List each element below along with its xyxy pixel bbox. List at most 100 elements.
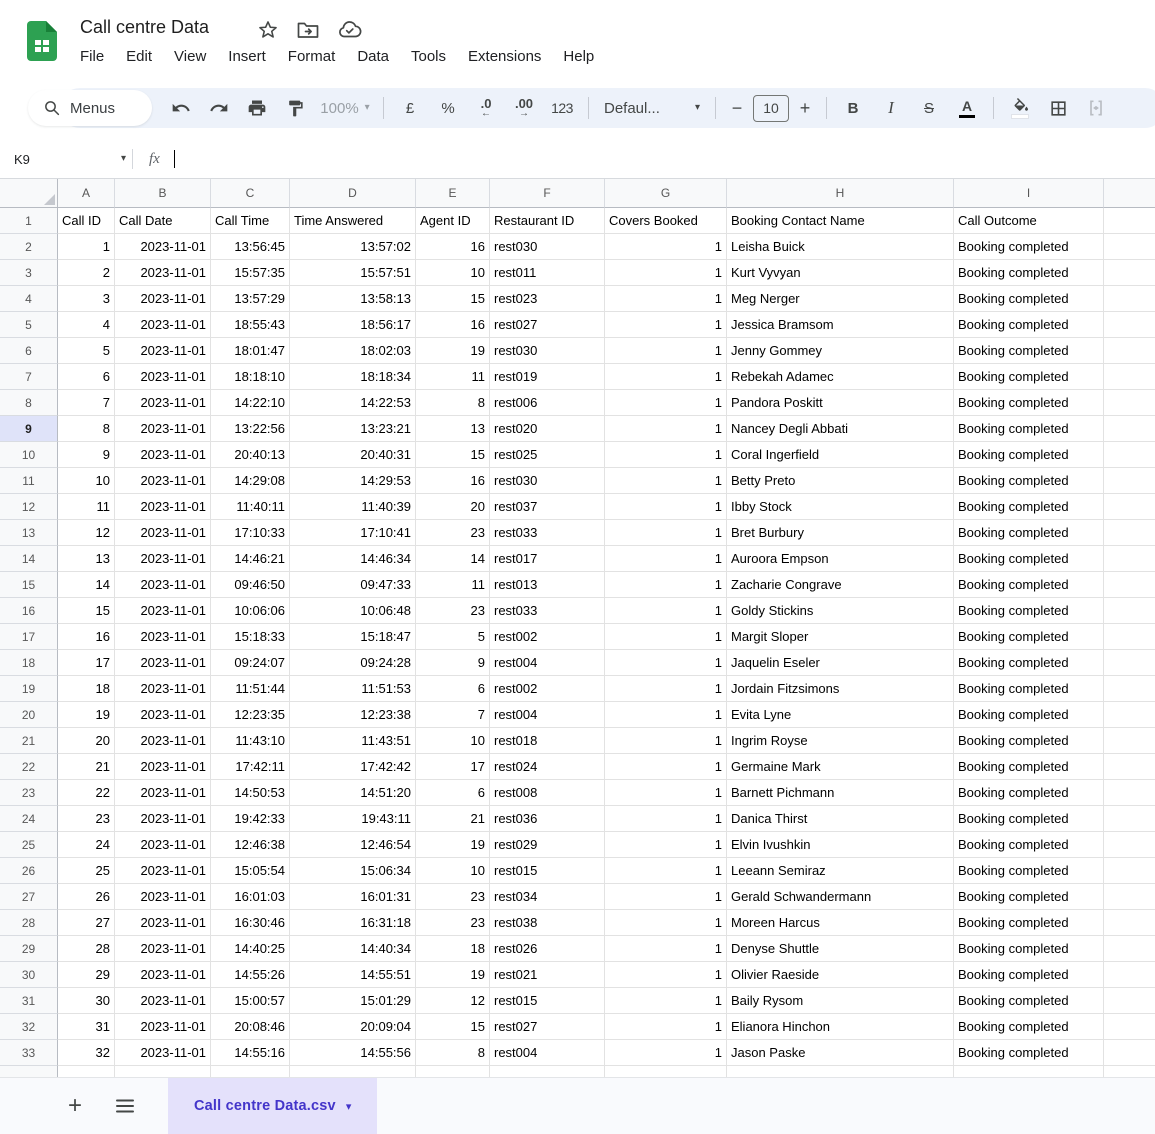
cell-I13[interactable]: Booking completed	[954, 520, 1104, 546]
cell-A33[interactable]: 32	[58, 1040, 115, 1066]
cell-H14[interactable]: Auroora Empson	[727, 546, 954, 572]
number-format-button[interactable]: 123	[543, 88, 581, 128]
cell-B20[interactable]: 2023-11-01	[115, 702, 211, 728]
cell-C30[interactable]: 14:55:26	[211, 962, 290, 988]
cell-E20[interactable]: 7	[416, 702, 490, 728]
cell-J26[interactable]	[1104, 858, 1155, 884]
cell-A30[interactable]: 29	[58, 962, 115, 988]
cell-B8[interactable]: 2023-11-01	[115, 390, 211, 416]
cell-J30[interactable]	[1104, 962, 1155, 988]
cell-J23[interactable]	[1104, 780, 1155, 806]
cell-F29[interactable]: rest026	[490, 936, 605, 962]
cell-H16[interactable]: Goldy Stickins	[727, 598, 954, 624]
cell-J27[interactable]	[1104, 884, 1155, 910]
menu-view[interactable]: View	[163, 45, 217, 68]
cell-C12[interactable]: 11:40:11	[211, 494, 290, 520]
cell-F25[interactable]: rest029	[490, 832, 605, 858]
cell-G19[interactable]: 1	[605, 676, 727, 702]
font-size-input[interactable]: 10	[753, 95, 789, 122]
cell-I15[interactable]: Booking completed	[954, 572, 1104, 598]
cell-F15[interactable]: rest013	[490, 572, 605, 598]
cell-G12[interactable]: 1	[605, 494, 727, 520]
cell-F16[interactable]: rest033	[490, 598, 605, 624]
column-header-H[interactable]: H	[727, 179, 954, 208]
cell-A4[interactable]: 3	[58, 286, 115, 312]
cell-J25[interactable]	[1104, 832, 1155, 858]
cell-E24[interactable]: 21	[416, 806, 490, 832]
cell-C25[interactable]: 12:46:38	[211, 832, 290, 858]
cloud-status-icon[interactable]	[337, 19, 362, 41]
text-color-button[interactable]: A	[948, 88, 986, 128]
cell-I6[interactable]: Booking completed	[954, 338, 1104, 364]
cell-G18[interactable]: 1	[605, 650, 727, 676]
cell-F18[interactable]: rest004	[490, 650, 605, 676]
cell-I10[interactable]: Booking completed	[954, 442, 1104, 468]
cell-F8[interactable]: rest006	[490, 390, 605, 416]
cell-A20[interactable]: 19	[58, 702, 115, 728]
cell-C5[interactable]: 18:55:43	[211, 312, 290, 338]
cell-H19[interactable]: Jordain Fitzsimons	[727, 676, 954, 702]
cell-E31[interactable]: 12	[416, 988, 490, 1014]
row-header-27[interactable]: 27	[0, 884, 58, 910]
cell-B24[interactable]: 2023-11-01	[115, 806, 211, 832]
cell-J13[interactable]	[1104, 520, 1155, 546]
cell-F7[interactable]: rest019	[490, 364, 605, 390]
cell-I17[interactable]: Booking completed	[954, 624, 1104, 650]
cell-D15[interactable]: 09:47:33	[290, 572, 416, 598]
cell-G26[interactable]: 1	[605, 858, 727, 884]
cell-D22[interactable]: 17:42:42	[290, 754, 416, 780]
cell-D14[interactable]: 14:46:34	[290, 546, 416, 572]
menu-file[interactable]: File	[69, 45, 115, 68]
cell-F26[interactable]: rest015	[490, 858, 605, 884]
cell-B28[interactable]: 2023-11-01	[115, 910, 211, 936]
cell-C14[interactable]: 14:46:21	[211, 546, 290, 572]
cell-H20[interactable]: Evita Lyne	[727, 702, 954, 728]
italic-button[interactable]: I	[872, 88, 910, 128]
cell-C22[interactable]: 17:42:11	[211, 754, 290, 780]
cell-D5[interactable]: 18:56:17	[290, 312, 416, 338]
cell-C7[interactable]: 18:18:10	[211, 364, 290, 390]
cell-C24[interactable]: 19:42:33	[211, 806, 290, 832]
cell-E1[interactable]: Agent ID	[416, 208, 490, 234]
cell-J4[interactable]	[1104, 286, 1155, 312]
cell-H33[interactable]: Jason Paske	[727, 1040, 954, 1066]
cell-D26[interactable]: 15:06:34	[290, 858, 416, 884]
column-header-E[interactable]: E	[416, 179, 490, 208]
cell-J2[interactable]	[1104, 234, 1155, 260]
column-header-I[interactable]: I	[954, 179, 1104, 208]
name-box[interactable]: K9 ▾	[0, 152, 126, 167]
cell-B30[interactable]: 2023-11-01	[115, 962, 211, 988]
cell-F1[interactable]: Restaurant ID	[490, 208, 605, 234]
cell-H17[interactable]: Margit Sloper	[727, 624, 954, 650]
cell-C13[interactable]: 17:10:33	[211, 520, 290, 546]
row-header-12[interactable]: 12	[0, 494, 58, 520]
cell-A6[interactable]: 5	[58, 338, 115, 364]
row-header-33[interactable]: 33	[0, 1040, 58, 1066]
cell-F3[interactable]: rest011	[490, 260, 605, 286]
cell-H4[interactable]: Meg Nerger	[727, 286, 954, 312]
cell-B14[interactable]: 2023-11-01	[115, 546, 211, 572]
cell-I1[interactable]: Call Outcome	[954, 208, 1104, 234]
cell-E23[interactable]: 6	[416, 780, 490, 806]
cell-D25[interactable]: 12:46:54	[290, 832, 416, 858]
cell-H27[interactable]: Gerald Schwandermann	[727, 884, 954, 910]
row-header-21[interactable]: 21	[0, 728, 58, 754]
fill-color-button[interactable]	[1001, 88, 1039, 128]
row-header-22[interactable]: 22	[0, 754, 58, 780]
cell-D7[interactable]: 18:18:34	[290, 364, 416, 390]
cell-I18[interactable]: Booking completed	[954, 650, 1104, 676]
cell-A7[interactable]: 6	[58, 364, 115, 390]
row-header-16[interactable]: 16	[0, 598, 58, 624]
cell-B31[interactable]: 2023-11-01	[115, 988, 211, 1014]
row-header-4[interactable]: 4	[0, 286, 58, 312]
cell-B22[interactable]: 2023-11-01	[115, 754, 211, 780]
cell-C27[interactable]: 16:01:03	[211, 884, 290, 910]
cell-E15[interactable]: 11	[416, 572, 490, 598]
cell-E11[interactable]: 16	[416, 468, 490, 494]
cell-J32[interactable]	[1104, 1014, 1155, 1040]
cell-E12[interactable]: 20	[416, 494, 490, 520]
cell-G33[interactable]: 1	[605, 1040, 727, 1066]
column-header-G[interactable]: G	[605, 179, 727, 208]
cell-J19[interactable]	[1104, 676, 1155, 702]
cell-F33[interactable]: rest004	[490, 1040, 605, 1066]
